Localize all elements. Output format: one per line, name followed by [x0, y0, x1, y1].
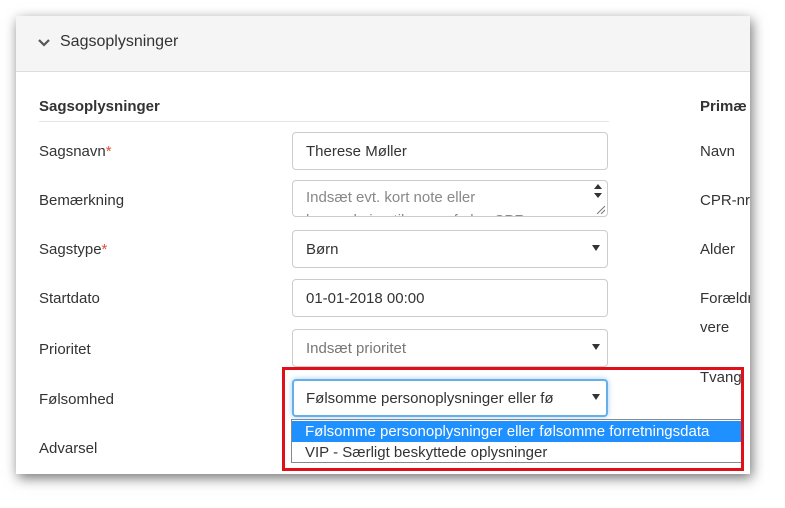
prioritet-label: Prioritet	[39, 341, 91, 358]
sagstype-value: Børn	[306, 241, 339, 258]
bemaerkning-label: Bemærkning	[39, 192, 125, 209]
sagsnavn-label-text: Sagsnavn	[39, 143, 106, 160]
sagsnavn-label: Sagsnavn*	[39, 143, 112, 160]
sagsnavn-value: Therese Møller	[306, 143, 407, 160]
caret-down-icon	[592, 344, 600, 350]
right-label-cpr: CPR-nr	[700, 192, 750, 209]
required-mark: *	[101, 241, 108, 258]
bemaerkning-placeholder: Indsæt evt. kort note eller hemærkning t…	[306, 186, 525, 216]
case-form-window: Sagsoplysninger Sagsoplysninger Primæ Sa…	[16, 16, 750, 474]
section-title: Sagsoplysninger	[39, 98, 160, 115]
right-label-foraeldre: Forældr	[700, 290, 750, 307]
required-mark: *	[105, 143, 112, 160]
folsomhed-dropdown-list[interactable]: Følsomme personoplysninger eller følsomm…	[291, 419, 743, 463]
dropdown-option[interactable]: VIP - Særligt beskyttede oplysninger	[292, 442, 742, 462]
placeholder-line-1: Indsæt evt. kort note eller	[306, 189, 476, 206]
caret-down-icon	[592, 245, 600, 251]
section-divider	[39, 121, 609, 122]
chevron-down-icon	[38, 39, 50, 47]
advarsel-label: Advarsel	[39, 440, 98, 457]
prioritet-placeholder: Indsæt prioritet	[306, 340, 407, 357]
caret-down-icon	[592, 394, 600, 400]
panel-header[interactable]: Sagsoplysninger	[16, 16, 750, 72]
sagstype-label-text: Sagstype	[39, 241, 102, 258]
panel-title: Sagsoplysninger	[60, 33, 179, 50]
startdato-value: 01-01-2018 00:00	[306, 290, 425, 307]
startdato-input[interactable]: 01-01-2018 00:00	[292, 279, 608, 317]
dropdown-option-selected[interactable]: Følsomme personoplysninger eller følsomm…	[292, 421, 742, 442]
startdato-label: Startdato	[39, 290, 100, 307]
sagsnavn-input[interactable]: Therese Møller	[292, 132, 608, 170]
right-section-title: Primæ	[700, 98, 747, 115]
right-label-tvang: Tvang	[700, 369, 742, 386]
bemaerkning-textarea[interactable]: Indsæt evt. kort note eller hemærkning t…	[292, 180, 608, 217]
folsomhed-value: Følsomme personoplysninger eller fø	[306, 390, 554, 407]
scroll-arrows-icon[interactable]	[594, 184, 602, 198]
resize-grip-icon[interactable]	[595, 204, 605, 214]
sagstype-label: Sagstype*	[39, 241, 107, 258]
placeholder-line-2: hemærkning til sagen f.eks. CPR	[306, 209, 525, 216]
right-label-navn: Navn	[700, 143, 736, 160]
folsomhed-label: Følsomhed	[39, 391, 115, 408]
prioritet-select[interactable]: Indsæt prioritet	[292, 329, 608, 367]
right-label-foraeldre-cont: vere	[700, 319, 730, 336]
folsomhed-select[interactable]: Følsomme personoplysninger eller fø	[292, 379, 608, 417]
sagstype-select[interactable]: Børn	[292, 230, 608, 268]
right-label-alder: Alder	[700, 241, 736, 258]
